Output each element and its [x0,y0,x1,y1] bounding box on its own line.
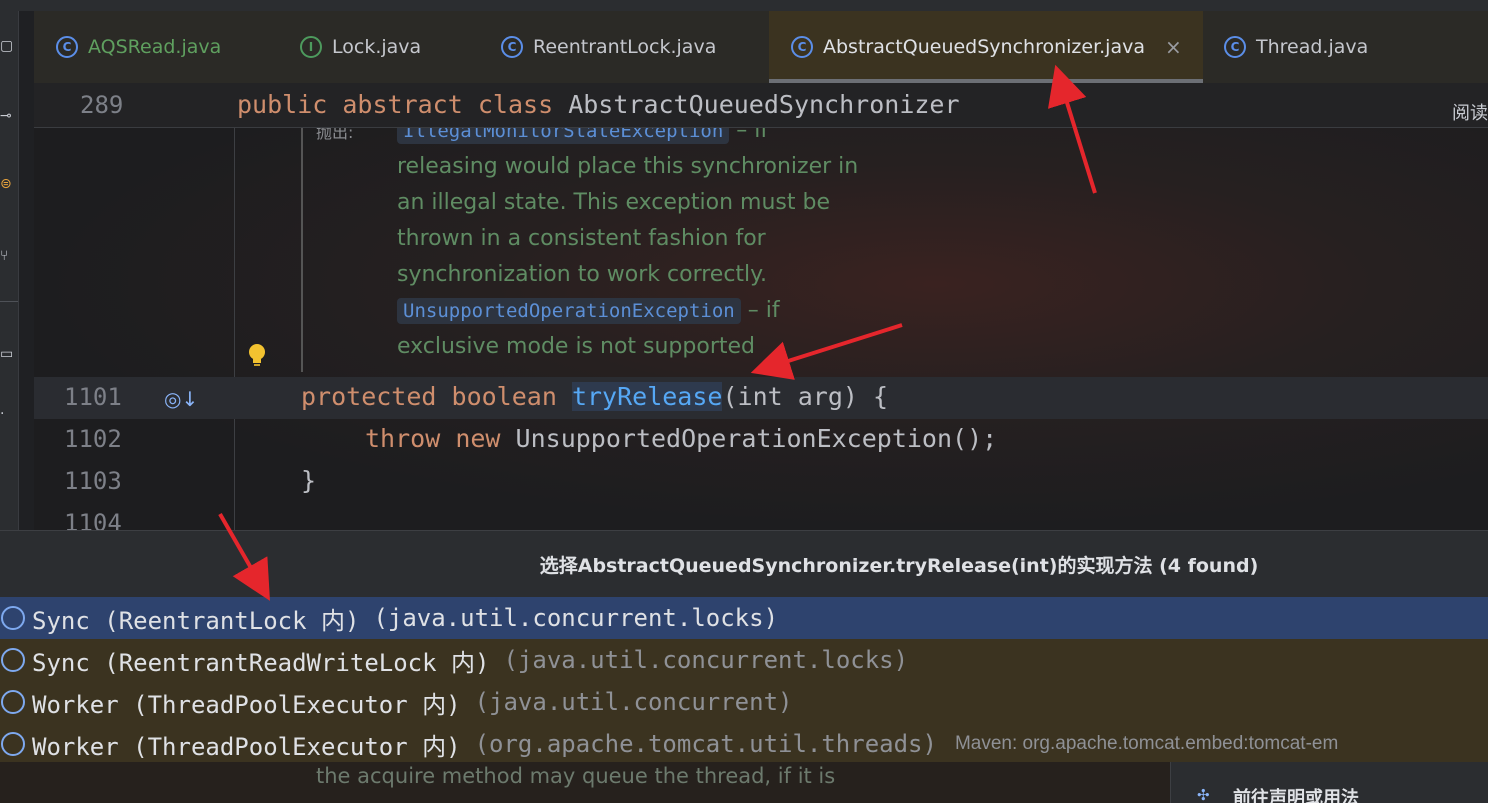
tab-thread[interactable]: C Thread.java [1224,11,1424,83]
code-text: (int arg) { [722,382,889,411]
code-text: UnsupportedOperationException(); [515,424,998,453]
implementation-item[interactable]: Worker (ThreadPoolExecutor 内) (org.apach… [0,723,1488,765]
class-icon: C [501,36,523,58]
class-run-icon: C [56,36,78,58]
editor-behind-popup: the acquire method may queue the thread,… [0,762,1488,803]
line-number: 289 [80,91,124,119]
commit-icon[interactable]: ⊸ [0,109,14,123]
tab-lock[interactable]: I Lock.java [300,11,490,83]
tab-label: Thread.java [1256,36,1369,58]
tool-window-bar: ▢ ⊸ ⊜ ⑂ ▭ · [0,11,19,530]
line-number: 1103 [64,467,122,495]
class-icon [1,732,25,756]
class-icon: C [791,36,813,58]
method-name[interactable]: tryRelease [571,382,723,411]
doc-exception-link[interactable]: UnsupportedOperationException [397,298,741,324]
implementation-item[interactable]: Sync (ReentrantReadWriteLock 内) (java.ut… [0,639,1488,681]
class-icon [1,648,25,672]
popup-title: 选择AbstractQueuedSynchronizer.tryRelease(… [539,555,1259,577]
quick-action-panel: ✣ 前往声明或用法 [1170,762,1488,803]
code-line: throw new UnsupportedOperationException(… [365,424,997,453]
class-icon [1,690,25,714]
toolbar-separator [0,301,18,302]
project-icon[interactable]: ▢ [0,39,14,53]
sticky-header[interactable]: 289 public abstract class AbstractQueued… [34,83,1488,128]
keyword: abstract [342,90,463,119]
implemented-marker-icon[interactable]: ◎↓ [164,387,198,411]
interface-icon: I [300,36,322,58]
item-package: (org.apache.tomcat.util.threads) [474,730,937,758]
reader-mode-toggle[interactable]: 阅读 [1452,99,1488,125]
keyword: boolean [451,382,557,411]
code-line: } [301,466,316,495]
code-editor[interactable]: 抛出: IllegalMonitorStateException – if re… [34,83,1488,530]
tab-aqsread[interactable]: C AQSRead.java [56,11,276,83]
item-package: (java.util.concurrent) [474,688,793,716]
keyword: new [455,424,501,453]
implementation-item[interactable]: Worker (ThreadPoolExecutor 内) (java.util… [0,681,1488,723]
goto-declaration-action[interactable]: 前往声明或用法 [1233,784,1359,803]
close-tab-icon[interactable]: × [1165,35,1182,59]
item-name: Sync (ReentrantReadWriteLock 内) [32,648,490,677]
tab-abstractqueuedsynchronizer[interactable]: C AbstractQueuedSynchronizer.java × [769,11,1203,83]
item-name: Worker (ThreadPoolExecutor 内) [32,690,461,719]
keyword: public [237,90,328,119]
tab-label: ReentrantLock.java [533,36,717,58]
gutter-separator [234,127,235,530]
more-icon[interactable]: · [0,407,14,421]
keyword: protected [301,382,437,411]
tab-label: Lock.java [332,36,422,58]
line-number: 1101 [64,383,122,411]
structure-icon[interactable]: ▭ [0,347,14,361]
top-strip [0,0,1488,11]
code-text: } [301,466,317,495]
line-number: 1102 [64,425,122,453]
tab-label: AQSRead.java [88,36,222,58]
implementations-popup[interactable]: 选择AbstractQueuedSynchronizer.tryRelease(… [0,530,1488,765]
tab-label: AbstractQueuedSynchronizer.java [823,36,1145,58]
sticky-class-declaration: public abstract class AbstractQueuedSync… [237,90,960,119]
code-line: protected boolean tryRelease(int arg) { [301,382,888,411]
pull-requests-icon[interactable]: ⑂ [0,249,14,263]
item-name: Sync (ReentrantLock 内) [32,606,360,635]
rendered-javadoc: IllegalMonitorStateException – if releas… [397,113,867,365]
line-number: 1104 [64,509,122,530]
doc-comment-bar [301,127,303,372]
class-icon: C [1224,36,1246,58]
implementation-item[interactable]: Sync (ReentrantLock 内) (java.util.concur… [0,597,1488,639]
goto-icon: ✣ [1197,786,1210,803]
tab-reentrantlock[interactable]: C ReentrantLock.java [501,11,761,83]
item-name: Worker (ThreadPoolExecutor 内) [32,732,461,761]
learn-icon[interactable]: ⊜ [0,177,14,191]
keyword: class [477,90,554,119]
item-maven-source: Maven: org.apache.tomcat.embed:tomcat-em [954,733,1339,754]
lightbulb-icon[interactable] [247,343,267,369]
keyword: throw [365,424,441,453]
item-package: (java.util.concurrent.locks) [373,604,779,632]
class-name: AbstractQueuedSynchronizer [568,90,960,119]
editor-tabs: C AQSRead.java I Lock.java C ReentrantLo… [34,11,1488,83]
class-icon [1,606,25,630]
doc-text-fragment: the acquire method may queue the thread,… [316,764,836,788]
item-package: (java.util.concurrent.locks) [503,646,909,674]
